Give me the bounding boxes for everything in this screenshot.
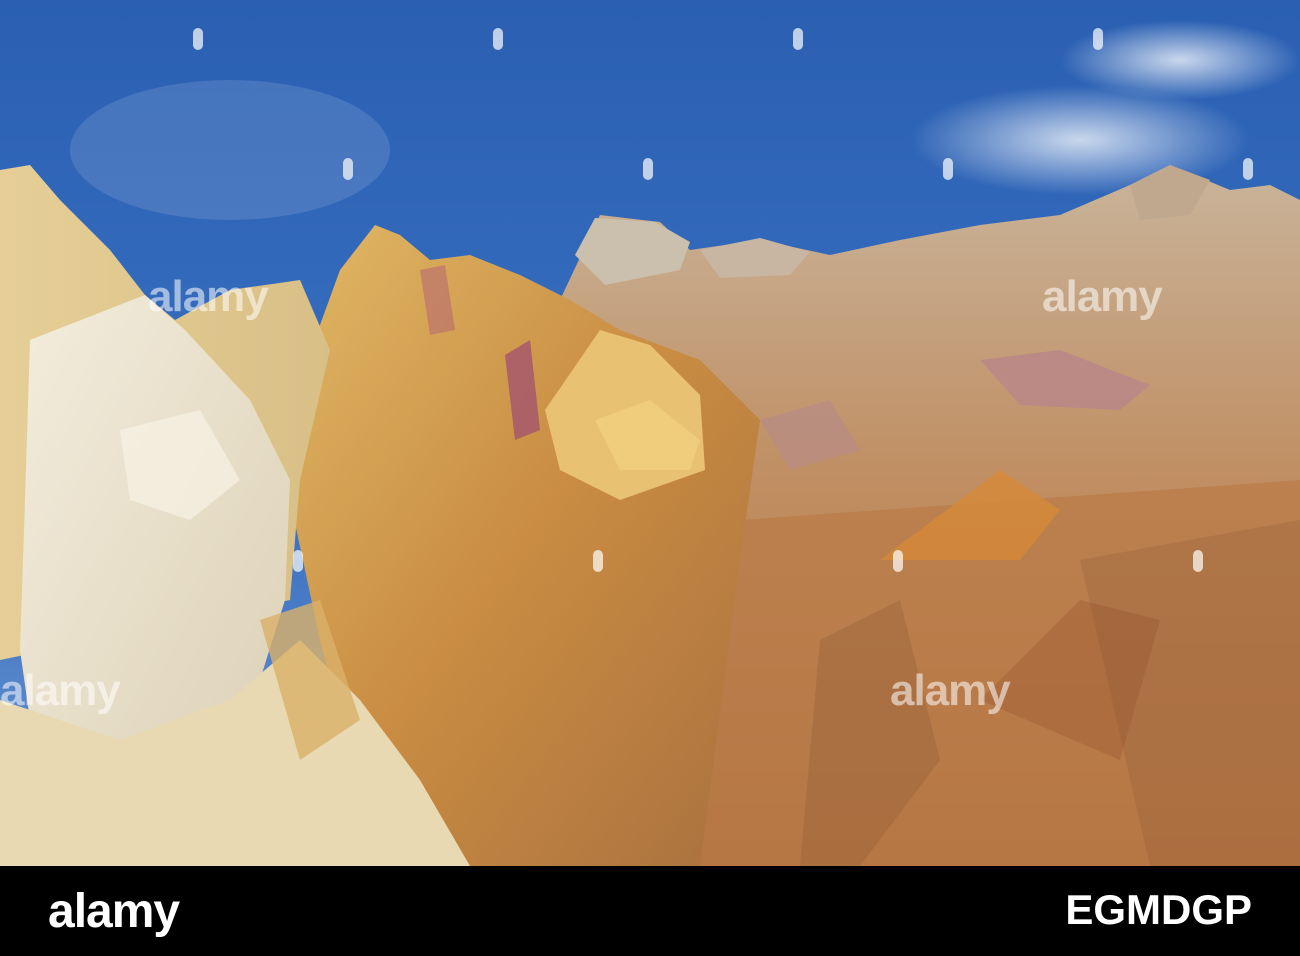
footer-bar: alamy EGMDGP: [0, 866, 1300, 956]
image-id: EGMDGP: [1065, 886, 1252, 933]
watermark-dot: [593, 550, 603, 572]
watermark-dot: [343, 158, 353, 180]
watermark-dot: [1243, 158, 1253, 180]
watermark-dot: [1193, 550, 1203, 572]
watermark-dot: [493, 28, 503, 50]
alamy-logo: alamy: [48, 885, 180, 938]
watermark-dot: [893, 550, 903, 572]
watermark-dot: [1093, 28, 1103, 50]
cliff-photo: alamy alamy alamy alamy: [0, 0, 1300, 866]
watermark-dot: [193, 28, 203, 50]
colored-sand-cliff-image: [0, 0, 1300, 866]
stock-photo-page: alamy alamy alamy alamy alamy EGMDGP: [0, 0, 1300, 956]
watermark-dot: [293, 550, 303, 572]
watermark-dot: [793, 28, 803, 50]
watermark-dot: [943, 158, 953, 180]
watermark-dot: [643, 158, 653, 180]
